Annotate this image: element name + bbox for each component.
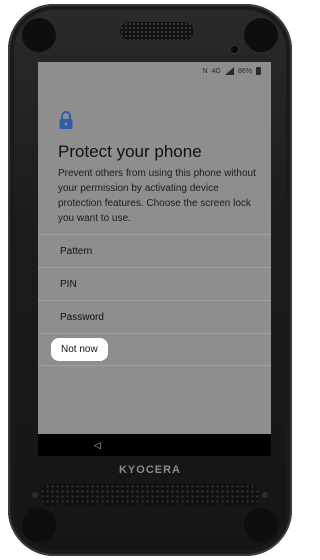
option-label: Pattern: [60, 245, 93, 257]
page-description: Prevent others from using this phone wit…: [58, 168, 256, 224]
status-bar: N 4G 86%: [38, 62, 271, 80]
speaker-grille: [40, 484, 260, 506]
option-pattern[interactable]: Pattern: [38, 234, 271, 267]
nfc-icon: N: [202, 67, 208, 75]
screen-lock-options: Pattern PIN Password Not now: [38, 234, 271, 366]
lock-icon: [59, 111, 73, 129]
option-label: Password: [60, 311, 104, 323]
corner-bumper: [244, 508, 278, 542]
corner-bumper: [22, 18, 56, 52]
page-title: Protect your phone: [58, 142, 202, 161]
network-label: 4G: [211, 67, 221, 75]
option-not-now[interactable]: Not now: [38, 333, 271, 366]
back-triangle-icon[interactable]: ◁: [94, 440, 101, 451]
option-label: PIN: [60, 278, 77, 290]
brand-logo: KYOCERA: [118, 464, 181, 476]
battery-percent: 86%: [237, 67, 252, 75]
screw: [30, 490, 40, 500]
corner-bumper: [22, 508, 56, 542]
earpiece-grille: [120, 22, 194, 40]
corner-bumper: [244, 18, 278, 52]
navigation-bar: ◁: [38, 434, 271, 456]
option-pin[interactable]: PIN: [38, 267, 271, 300]
battery-icon: [256, 67, 261, 75]
not-now-button[interactable]: Not now: [51, 338, 108, 361]
signal-icon: [224, 67, 234, 75]
screen: N 4G 86% Protect your phone Prevent othe…: [38, 62, 271, 434]
front-camera: [231, 46, 238, 53]
screw: [260, 490, 270, 500]
option-password[interactable]: Password: [38, 300, 271, 333]
phone-device: N 4G 86% Protect your phone Prevent othe…: [8, 4, 292, 556]
